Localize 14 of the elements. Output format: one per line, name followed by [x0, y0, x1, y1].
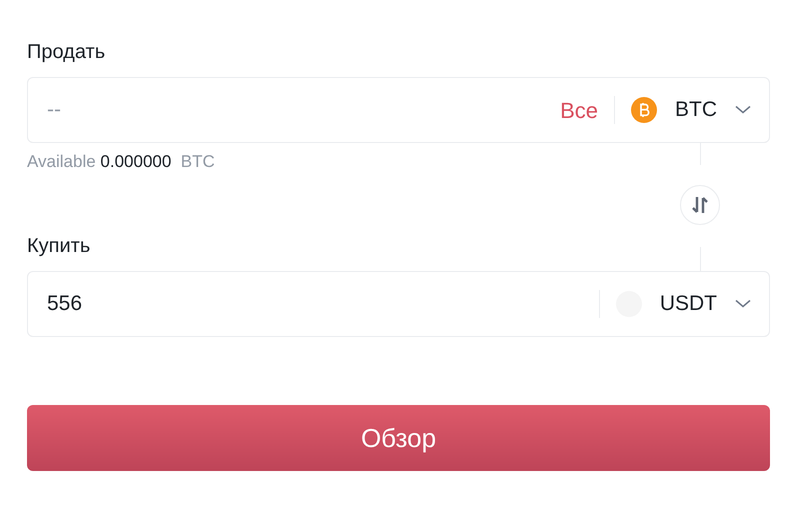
swap-icon: [691, 195, 709, 215]
review-button[interactable]: Обзор: [27, 405, 770, 471]
bitcoin-icon: [631, 97, 657, 123]
swap-button[interactable]: [680, 185, 720, 225]
available-balance: Available 0.000000 BTC: [27, 152, 216, 172]
chevron-down-icon: [735, 299, 751, 309]
coin-selector[interactable]: BTC: [631, 94, 751, 126]
buy-amount-field[interactable]: 556 USDT: [27, 271, 770, 337]
max-link[interactable]: Все: [560, 94, 598, 126]
chevron-down-icon: [735, 105, 751, 115]
sell-label: Продать: [27, 40, 106, 64]
coin-selector[interactable]: USDT: [616, 288, 751, 320]
sell-amount-field[interactable]: -- Все BTC: [27, 77, 770, 143]
buy-label: Купить: [27, 234, 92, 258]
